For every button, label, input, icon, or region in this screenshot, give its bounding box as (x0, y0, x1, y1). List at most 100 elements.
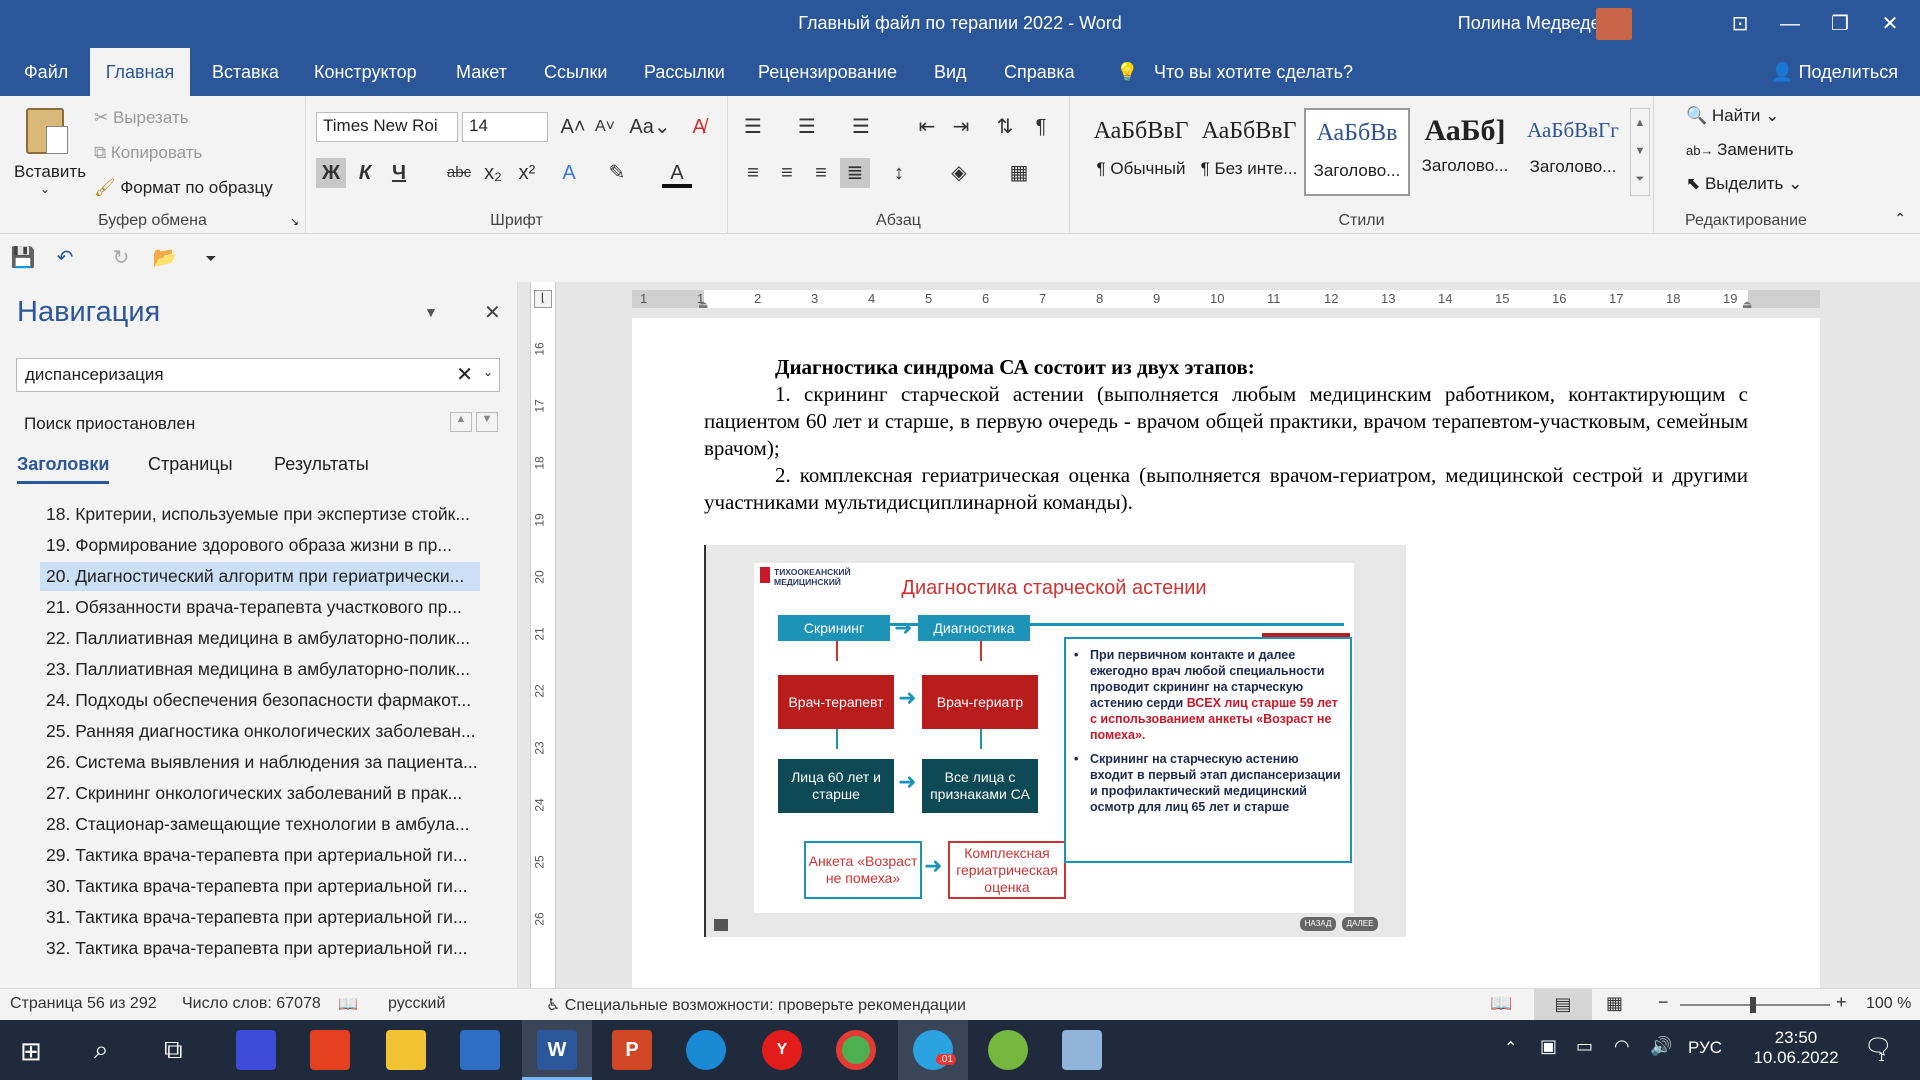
bullets-icon[interactable]: ☰ (738, 112, 768, 142)
find-button[interactable]: 🔍 Найти ⌄ (1686, 106, 1779, 126)
nav-heading-item[interactable]: 19. Формирование здорового образа жизни … (40, 531, 480, 560)
bold-button[interactable]: Ж (316, 158, 346, 188)
copy-button[interactable]: ⧉ Копировать (94, 143, 202, 163)
app-icon-1[interactable] (236, 1030, 276, 1070)
proofing-icon[interactable]: 📖 (338, 994, 358, 1014)
meet-icon[interactable]: ▣ (1540, 1036, 1557, 1057)
restore-icon[interactable]: ❐ (1820, 8, 1860, 40)
word-count[interactable]: Число слов: 67078 (182, 995, 321, 1013)
style-heading3[interactable]: АаБбВвГг Заголово... (1520, 108, 1626, 196)
tab-review[interactable]: Рецензирование (752, 48, 903, 96)
battery-icon[interactable]: ▭ (1576, 1036, 1593, 1057)
paste-button[interactable]: Вставить ⌄ (14, 104, 86, 204)
avatar[interactable] (1596, 8, 1632, 40)
nav-heading-item[interactable]: 31. Тактика врача-терапевта при артериал… (40, 903, 480, 932)
right-indent-marker[interactable]: ⏏ (1742, 298, 1752, 311)
language[interactable]: русский (388, 995, 445, 1013)
nav-heading-item[interactable]: 22. Паллиативная медицина в амбулаторно-… (40, 624, 480, 653)
wifi-icon[interactable]: ◠ (1614, 1036, 1630, 1057)
tab-home[interactable]: Главная (90, 48, 190, 96)
ribbon-display-icon[interactable]: ⊡ (1720, 8, 1760, 40)
style-no-spacing[interactable]: АаБбВвГ ¶ Без инте... (1196, 108, 1302, 196)
horizontal-ruler[interactable]: 1 1 2 3 4 5 6 7 8 9 10 11 12 13 14 15 16 17 18 19 ⏏ ⏏ (632, 290, 1820, 311)
increase-indent-icon[interactable]: ⇥ (946, 112, 976, 142)
task-view-icon[interactable]: ⧉ (164, 1034, 183, 1066)
nav-heading-item[interactable]: 23. Паллиативная медицина в амбулаторно-… (40, 655, 480, 684)
superscript-icon[interactable]: x² (512, 158, 542, 188)
font-color-icon[interactable]: A (662, 158, 692, 188)
select-button[interactable]: ⬉ Выделить ⌄ (1686, 174, 1802, 194)
file-explorer-icon[interactable] (386, 1030, 426, 1070)
numbering-icon[interactable]: ☰ (792, 112, 822, 142)
line-spacing-icon[interactable]: ↕ (884, 158, 914, 188)
style-heading2[interactable]: АаБб] Заголово... (1412, 108, 1518, 196)
change-case-icon[interactable]: Aa⌄ (628, 112, 672, 142)
style-heading1[interactable]: АаБбВв Заголово... (1304, 108, 1410, 196)
nav-tab-pages[interactable]: Страницы (148, 454, 233, 475)
prev-result-icon[interactable]: ▲ (450, 412, 472, 432)
nav-heading-item[interactable]: 27. Скрининг онкологических заболеваний … (40, 779, 480, 808)
customize-qat-icon[interactable]: ⏷ (196, 243, 226, 273)
font-size-input[interactable]: 14 (462, 112, 548, 142)
highlight-icon[interactable]: ✎ (602, 158, 632, 188)
close-icon[interactable]: ✕ (1870, 8, 1910, 40)
minimize-icon[interactable]: — (1770, 8, 1810, 40)
yandex-icon[interactable]: Y (762, 1030, 802, 1070)
nav-heading-item[interactable]: 20. Диагностический алгоритм при гериатр… (40, 562, 480, 591)
windows-start-icon[interactable]: ⊞ (20, 1036, 42, 1067)
zoom-in-icon[interactable]: + (1836, 992, 1847, 1013)
shading-icon[interactable]: ◈ (944, 158, 974, 188)
tab-insert[interactable]: Вставка (206, 48, 285, 96)
web-layout-icon[interactable]: ▦ (1606, 993, 1623, 1014)
office-icon[interactable] (310, 1030, 350, 1070)
nav-close-icon[interactable]: ✕ (484, 300, 501, 325)
read-mode-icon[interactable]: 📖 (1490, 993, 1512, 1014)
tray-chevron-icon[interactable]: ⌃ (1504, 1038, 1517, 1058)
nav-heading-item[interactable]: 28. Стационар-замещающие технологии в ам… (40, 810, 480, 839)
left-indent-marker[interactable]: ⏏ (698, 298, 708, 311)
volume-icon[interactable]: 🔊 (1650, 1036, 1672, 1057)
taskbar-telegram[interactable]: .01 (898, 1020, 968, 1080)
styles-scroll[interactable]: ▲ ▼ ⏷ (1630, 108, 1650, 196)
undo-icon[interactable]: ↶ (50, 243, 80, 273)
tab-mailings[interactable]: Рассылки (638, 48, 731, 96)
nav-tab-results[interactable]: Результаты (274, 454, 369, 475)
tab-help[interactable]: Справка (998, 48, 1081, 96)
chevron-down-icon[interactable]: ⌄ (483, 365, 493, 379)
subscript-icon[interactable]: x₂ (478, 158, 508, 188)
nav-heading-item[interactable]: 29. Тактика врача-терапевта при артериал… (40, 841, 480, 870)
page-count[interactable]: Страница 56 из 292 (10, 995, 157, 1013)
redo-icon[interactable]: ↻ (106, 243, 136, 273)
multilevel-list-icon[interactable]: ☰ (846, 112, 876, 142)
chrome-icon[interactable] (836, 1030, 876, 1070)
tab-view[interactable]: Вид (928, 48, 973, 96)
paint-icon[interactable] (1062, 1030, 1102, 1070)
tab-selector-icon[interactable]: ⌊ (534, 290, 552, 308)
justify-icon[interactable]: ≣ (840, 158, 870, 188)
print-layout-icon[interactable]: ▤ (1534, 989, 1592, 1020)
calculator-icon[interactable] (460, 1030, 500, 1070)
nav-heading-item[interactable]: 25. Ранняя диагностика онкологических за… (40, 717, 480, 746)
search-icon[interactable]: ⌕ (94, 1034, 109, 1066)
tab-layout[interactable]: Макет (450, 48, 513, 96)
tab-references[interactable]: Ссылки (538, 48, 613, 96)
collapse-ribbon-icon[interactable]: ⌃ (1894, 210, 1906, 227)
clear-search-icon[interactable]: ✕ (456, 362, 473, 387)
cut-button[interactable]: ✂ Вырезать (94, 108, 189, 128)
zoom-level[interactable]: 100 % (1866, 995, 1911, 1013)
format-painter-button[interactable]: 🖌 Формат по образцу (94, 178, 273, 198)
align-left-icon[interactable]: ≡ (738, 158, 768, 188)
font-name-input[interactable]: Times New Roi (316, 112, 458, 142)
strikethrough-icon[interactable]: abc (444, 158, 474, 188)
zoom-out-icon[interactable]: − (1658, 992, 1669, 1013)
edge-icon[interactable] (686, 1030, 726, 1070)
italic-button[interactable]: К (350, 158, 380, 188)
nav-heading-item[interactable]: 32. Тактика врача-терапевта при артериал… (40, 934, 480, 963)
tab-file[interactable]: Файл (18, 48, 74, 96)
save-icon[interactable]: 💾 (8, 243, 38, 273)
nav-heading-item[interactable]: 30. Тактика врача-терапевта при артериал… (40, 872, 480, 901)
text-effects-icon[interactable]: A (554, 158, 584, 188)
input-language[interactable]: РУС (1688, 1038, 1722, 1058)
nav-heading-item[interactable]: 24. Подходы обеспечения безопасности фар… (40, 686, 480, 715)
folder-icon[interactable]: 📂 (150, 243, 180, 273)
